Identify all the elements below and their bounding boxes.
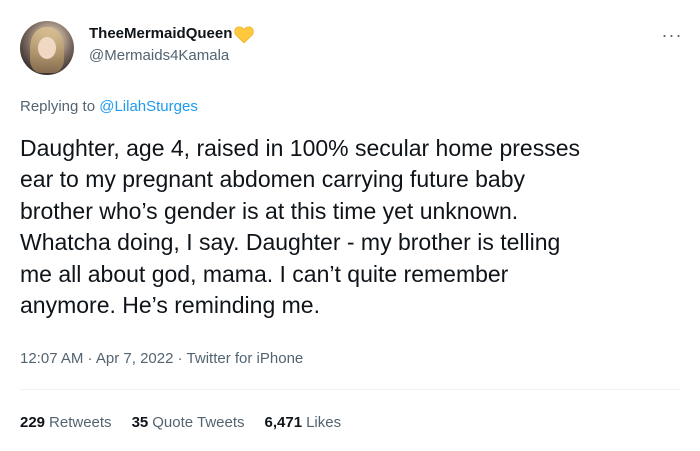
author-handle[interactable]: @Mermaids4Kamala — [89, 46, 254, 66]
display-name-text[interactable]: TheeMermaidQueen — [89, 24, 232, 44]
reply-mention-link[interactable]: @LilahSturges — [99, 98, 198, 115]
more-horizontal-icon[interactable]: ··· — [661, 26, 683, 44]
tweet-time-link[interactable]: 12:07 AM · Apr 7, 2022 — [20, 350, 173, 367]
tweet-date: Apr 7, 2022 — [95, 350, 174, 367]
tweet-header: TheeMermaidQueen @Mermaids4Kamala ··· — [20, 18, 685, 78]
replying-to: Replying to @LilahSturges — [20, 97, 198, 117]
retweets-stat[interactable]: 229 Retweets — [20, 413, 112, 433]
tweet-meta: 12:07 AM · Apr 7, 2022 · Twitter for iPh… — [20, 349, 303, 369]
likes-label: Likes — [306, 414, 342, 431]
replying-prefix: Replying to — [20, 98, 100, 115]
quote-tweets-stat[interactable]: 35 Quote Tweets — [132, 413, 245, 433]
tweet-time: 12:07 AM — [20, 350, 84, 367]
retweets-label: Retweets — [49, 414, 112, 431]
avatar[interactable] — [20, 21, 74, 75]
display-name[interactable]: TheeMermaidQueen — [89, 24, 255, 44]
meta-separator: · — [83, 350, 96, 367]
likes-stat[interactable]: 6,471 Likes — [265, 413, 342, 433]
tweet-source-link[interactable]: Twitter for iPhone — [187, 350, 304, 367]
likes-count: 6,471 — [264, 414, 303, 431]
meta-separator: · — [173, 350, 187, 367]
tweet: TheeMermaidQueen @Mermaids4Kamala ··· Re… — [0, 0, 700, 451]
quote-tweets-label: Quote Tweets — [152, 414, 245, 431]
retweets-count: 229 — [20, 414, 46, 431]
divider — [20, 389, 680, 390]
quote-tweets-count: 35 — [131, 414, 149, 431]
tweet-text: Daughter, age 4, raised in 100% secular … — [20, 135, 580, 319]
yellow-heart-icon — [234, 26, 255, 44]
tweet-stats: 229 Retweets 35 Quote Tweets 6,471 Likes — [20, 413, 341, 433]
avatar-face — [38, 37, 56, 59]
author-names: TheeMermaidQueen @Mermaids4Kamala — [89, 24, 255, 66]
